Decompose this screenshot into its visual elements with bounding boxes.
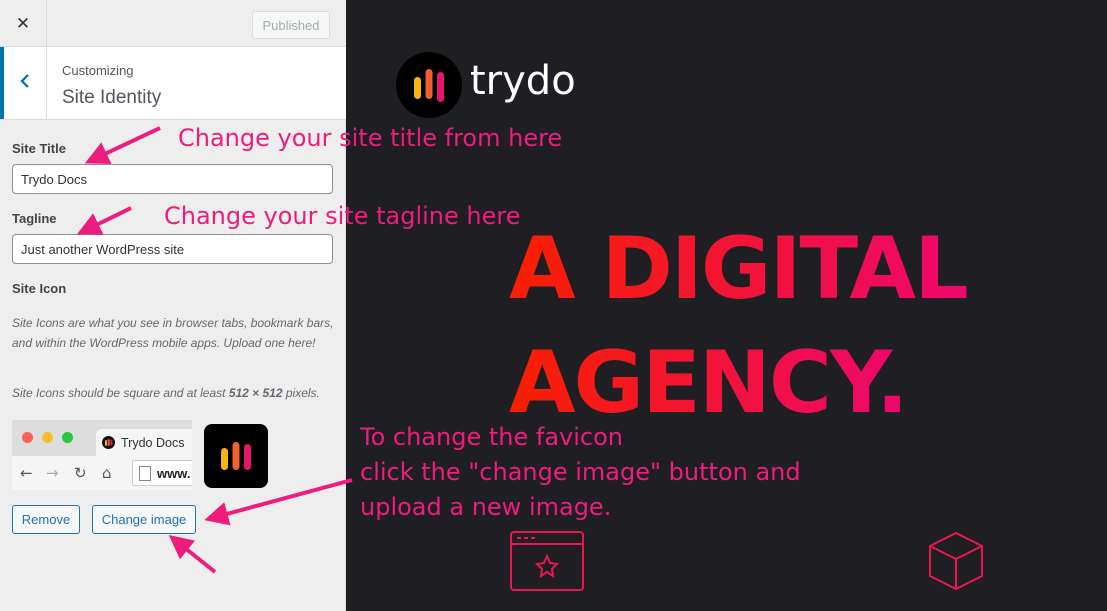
url-text: www. (157, 466, 191, 481)
yellow-dot (42, 432, 53, 443)
app-icon-preview (204, 424, 268, 488)
browser-star-icon (509, 530, 585, 597)
favicon-annotation-line2: click the "change image" button and (360, 458, 801, 486)
url-box: www. (132, 460, 192, 486)
section-title: Site Identity (62, 87, 162, 108)
change-image-button[interactable]: Change image (92, 505, 196, 534)
tagline-annotation: Change your site tagline here (164, 202, 521, 230)
close-icon: ✕ (15, 13, 31, 34)
site-icon-size-note: Site Icons should be square and at least… (12, 383, 337, 403)
tagline-label: Tagline (12, 211, 57, 226)
home-icon: ⌂ (102, 464, 112, 482)
site-title-annotation: Change your site title from here (178, 124, 563, 152)
chevron-left-icon (20, 73, 30, 94)
back-arrow-icon: ← (20, 464, 33, 482)
site-title-label: Site Title (12, 141, 66, 156)
remove-button[interactable]: Remove (12, 505, 80, 534)
favicon-icon (102, 436, 115, 449)
favicon-annotation-line1: To change the favicon (360, 423, 623, 451)
browser-tab: Trydo Docs (96, 429, 192, 456)
forward-arrow-icon: → (46, 464, 59, 482)
browser-address-bar: ← → ↻ ⌂ www. (12, 456, 192, 490)
cube-icon (927, 530, 985, 597)
browser-tab-preview: Trydo Docs ← → ↻ ⌂ www. (12, 420, 192, 490)
close-button[interactable]: ✕ (0, 0, 47, 47)
site-title-input[interactable] (12, 164, 333, 194)
green-dot (62, 432, 73, 443)
size-note-dimensions: 512 × 512 (228, 386, 283, 400)
published-button[interactable]: Published (252, 11, 330, 39)
trydo-logo-icon (396, 52, 462, 118)
customizer-topbar: ✕ Published (0, 0, 346, 47)
size-note-suffix: pixels. (282, 386, 320, 400)
tagline-input[interactable] (12, 234, 333, 264)
page-icon (139, 466, 151, 481)
site-icon-description: Site Icons are what you see in browser t… (12, 316, 334, 350)
logo-text: trydo (470, 58, 576, 104)
reload-icon: ↻ (74, 464, 87, 482)
hero-heading-line1: A DIGITAL (509, 219, 969, 319)
site-icon-label: Site Icon (12, 281, 67, 296)
size-note-text: Site Icons should be square and at least (12, 386, 229, 400)
customizer-sidebar: ✕ Published Customizing Site Identity Si… (0, 0, 346, 611)
red-dot (22, 432, 33, 443)
favicon-annotation-line3: upload a new image. (360, 493, 612, 521)
tab-title: Trydo Docs (121, 436, 185, 450)
back-button[interactable] (0, 47, 47, 119)
section-header: Customizing Site Identity (0, 47, 346, 120)
breadcrumb: Customizing (62, 63, 134, 78)
hero-heading-line2: AGENCY. (509, 333, 909, 433)
